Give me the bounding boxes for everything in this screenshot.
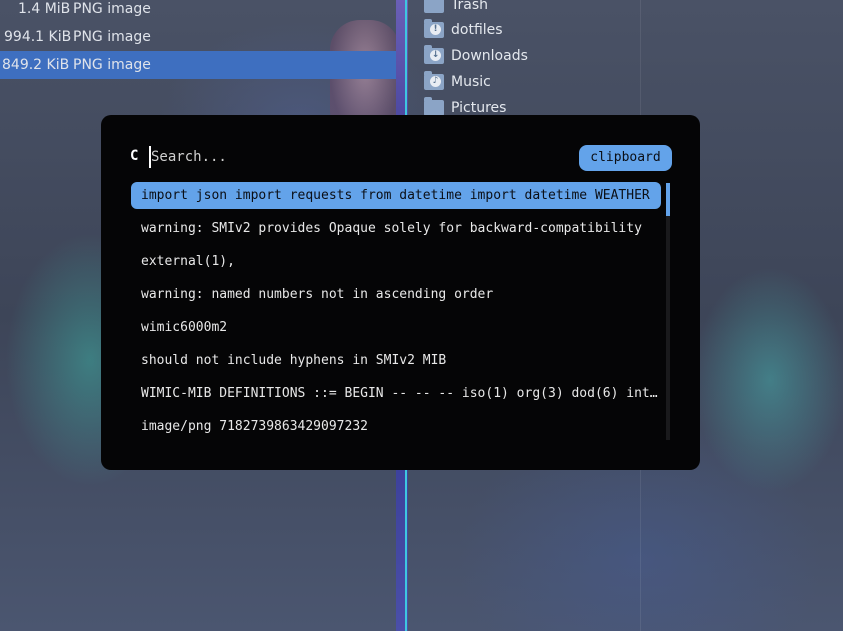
result-item-selected[interactable]: import json import requests from datetim…: [131, 182, 661, 209]
file-type: PNG image: [73, 1, 151, 17]
folder-download-icon: ↓: [424, 45, 444, 64]
file-row-selected[interactable]: 849.2 KiB PNG image: [0, 51, 396, 79]
scrollbar-thumb[interactable]: [666, 183, 670, 216]
result-item[interactable]: warning: SMIv2 provides Opaque solely fo…: [131, 215, 661, 242]
place-label: Downloads: [451, 48, 528, 64]
place-label: dotfiles: [451, 22, 503, 38]
place-label: Trash: [451, 0, 488, 13]
file-size: 1.4 MiB: [18, 1, 71, 17]
clipboard-launcher: C clipboard import json import requests …: [101, 115, 700, 470]
file-size: 849.2 KiB: [2, 57, 70, 73]
file-row[interactable]: 1.4 MiB PNG image: [0, 0, 396, 23]
result-item[interactable]: image/png 7182739863429097232: [131, 413, 661, 440]
result-item[interactable]: should not include hyphens in SMIv2 MIB: [131, 347, 661, 374]
folder-alert-icon: !: [424, 19, 444, 38]
place-label: Music: [451, 74, 491, 90]
search-input[interactable]: [149, 146, 451, 168]
result-item[interactable]: wimic6000m2: [131, 314, 661, 341]
result-item[interactable]: WIMIC-MIB DEFINITIONS ::= BEGIN -- -- --…: [131, 380, 661, 407]
folder-music-icon: ♪: [424, 71, 444, 90]
file-row[interactable]: 994.1 KiB PNG image: [0, 23, 396, 51]
trash-icon: [424, 0, 444, 13]
folder-pictures-icon: [424, 97, 444, 116]
mode-badge[interactable]: clipboard: [579, 145, 672, 171]
file-type: PNG image: [73, 29, 151, 45]
prompt-icon: C: [130, 148, 139, 164]
result-item[interactable]: warning: named numbers not in ascending …: [131, 281, 661, 308]
file-type: PNG image: [73, 57, 151, 73]
result-item[interactable]: external(1),: [131, 248, 661, 275]
file-size: 994.1 KiB: [4, 29, 72, 45]
scrollbar-track[interactable]: [666, 183, 670, 440]
